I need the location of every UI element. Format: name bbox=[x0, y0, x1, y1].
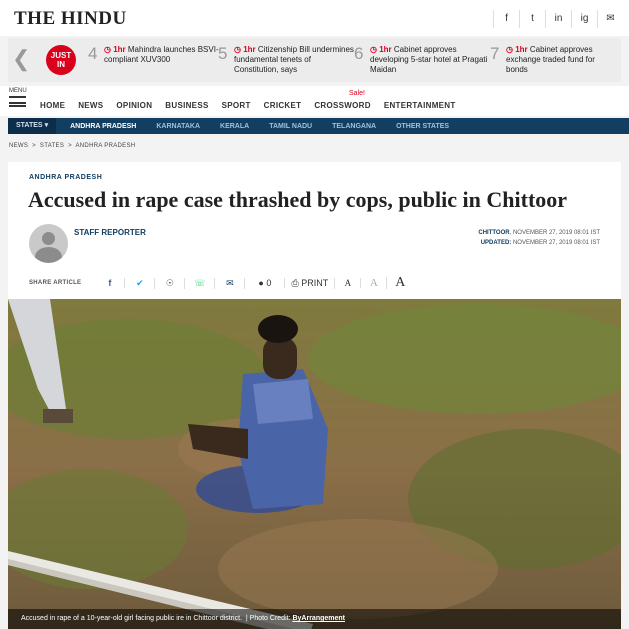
facebook-icon[interactable]: f bbox=[493, 10, 519, 28]
font-size-medium-button[interactable]: A bbox=[361, 277, 388, 289]
mail-icon[interactable]: ✉ bbox=[597, 10, 623, 28]
state-andhra-pradesh[interactable]: ANDHRA PRADESH bbox=[70, 123, 136, 130]
article-card: ANDHRA PRADESH Accused in rape case thra… bbox=[8, 162, 621, 629]
nav-item-home[interactable]: HOME bbox=[40, 101, 65, 110]
ticker-number: 6 bbox=[354, 44, 364, 63]
photo-illustration bbox=[8, 299, 621, 629]
updated-label: UPDATED: bbox=[480, 240, 512, 246]
nav-item-sport[interactable]: SPORT bbox=[222, 101, 251, 110]
state-kerala[interactable]: KERALA bbox=[220, 123, 249, 130]
share-label: SHARE ARTICLE bbox=[29, 280, 82, 286]
state-karnataka[interactable]: KARNATAKA bbox=[156, 123, 200, 130]
credit-label: | Photo Credit: bbox=[245, 615, 291, 622]
article-photo[interactable]: Accused in rape of a 10-year-old girl fa… bbox=[8, 299, 621, 629]
photo-caption: Accused in rape of a 10-year-old girl fa… bbox=[8, 609, 621, 629]
chevron-down-icon: ▾ bbox=[44, 122, 49, 129]
whatsapp-share-icon[interactable]: ☏ bbox=[185, 277, 216, 289]
nav-item-news[interactable]: NEWS bbox=[78, 101, 103, 110]
reddit-share-icon[interactable]: ☉ bbox=[155, 277, 186, 289]
state-tamil-nadu[interactable]: TAMIL NADU bbox=[269, 123, 312, 130]
comment-count: 0 bbox=[266, 278, 272, 288]
caption-text: Accused in rape of a 10-year-old girl fa… bbox=[21, 615, 242, 622]
breadcrumb-sep: > bbox=[32, 143, 36, 149]
ticker-number: 7 bbox=[490, 44, 500, 63]
comment-icon: ● bbox=[258, 278, 264, 288]
social-links: f t in ig ✉ bbox=[493, 10, 623, 28]
font-size-large-button[interactable]: A bbox=[387, 275, 413, 291]
clock-icon: ◷ bbox=[506, 45, 516, 54]
sale-badge: Sale! bbox=[349, 90, 365, 97]
nav-item-business[interactable]: BUSINESS bbox=[165, 101, 208, 110]
state-other[interactable]: OTHER STATES bbox=[396, 123, 449, 130]
nav-item-opinion[interactable]: OPINION bbox=[116, 101, 152, 110]
instagram-icon[interactable]: ig bbox=[571, 10, 597, 28]
dateline: CHITTOOR, NOVEMBER 27, 2019 08:01 IST UP… bbox=[478, 228, 600, 248]
breadcrumb-states[interactable]: STATES bbox=[40, 143, 64, 149]
states-dropdown-label: STATES bbox=[16, 122, 43, 129]
comments-button[interactable]: ● 0 bbox=[245, 278, 286, 288]
email-share-icon[interactable]: ✉ bbox=[215, 277, 246, 289]
clock-icon: ◷ bbox=[234, 45, 244, 54]
ticker-time: 1hr bbox=[379, 45, 392, 54]
nav-item-cricket[interactable]: CRICKET bbox=[264, 101, 302, 110]
state-telangana[interactable]: TELANGANA bbox=[332, 123, 376, 130]
ticker-time: 1hr bbox=[243, 45, 256, 54]
facebook-share-icon[interactable]: f bbox=[95, 278, 126, 288]
nav-item-entertainment[interactable]: ENTERTAINMENT bbox=[384, 101, 456, 110]
site-logo[interactable]: THE HINDU bbox=[14, 8, 127, 30]
breadcrumb-news[interactable]: NEWS bbox=[9, 143, 28, 149]
nav-item-crossword[interactable]: CROSSWORD bbox=[314, 101, 370, 110]
updated-date: NOVEMBER 27, 2019 08:01 IST bbox=[512, 240, 600, 246]
ticker-time: 1hr bbox=[515, 45, 528, 54]
states-bar: STATES ▾ ANDHRA PRADESH KARNATAKA KERALA … bbox=[8, 118, 629, 134]
page: THE HINDU f t in ig ✉ ❮ JUST IN 4 ◷ 1hr … bbox=[0, 0, 629, 629]
breadcrumb-sep: > bbox=[68, 143, 72, 149]
clock-icon: ◷ bbox=[104, 45, 114, 54]
author-name[interactable]: STAFF REPORTER bbox=[74, 228, 146, 237]
article-kicker[interactable]: ANDHRA PRADESH bbox=[29, 174, 102, 181]
photo-credit[interactable]: ByArrangement bbox=[292, 615, 345, 622]
ticker-number: 4 bbox=[88, 44, 98, 63]
linkedin-icon[interactable]: in bbox=[545, 10, 571, 28]
ticker-number: 5 bbox=[218, 44, 228, 63]
ticker-time: 1hr bbox=[113, 45, 126, 54]
states-dropdown[interactable]: STATES ▾ bbox=[8, 118, 57, 134]
twitter-share-icon[interactable]: ✔ bbox=[125, 277, 156, 289]
news-ticker: ❮ JUST IN 4 ◷ 1hr Mahindra launches BSVI… bbox=[8, 38, 621, 82]
share-bar: SHARE ARTICLE f ✔ ☉ ☏ ✉ ● 0 ⎙ PRINT A A … bbox=[29, 275, 413, 291]
masthead: THE HINDU f t in ig ✉ bbox=[0, 0, 629, 36]
dateline-location: CHITTOOR bbox=[478, 230, 510, 236]
article-headline: Accused in rape case thrashed by cops, p… bbox=[28, 187, 568, 212]
breadcrumb-andhra-pradesh[interactable]: ANDHRA PRADESH bbox=[76, 143, 136, 149]
menu-label: MENU bbox=[9, 88, 27, 94]
font-size-small-button[interactable]: A bbox=[335, 278, 362, 288]
chevron-left-icon[interactable]: ❮ bbox=[12, 48, 30, 70]
just-in-badge: JUST IN bbox=[46, 45, 76, 75]
print-button[interactable]: ⎙ PRINT bbox=[285, 277, 336, 289]
clock-icon: ◷ bbox=[370, 45, 380, 54]
breadcrumb: NEWS > STATES > ANDHRA PRADESH bbox=[9, 143, 135, 149]
author-avatar bbox=[29, 224, 68, 263]
print-label: PRINT bbox=[301, 277, 329, 288]
print-icon: ⎙ bbox=[291, 277, 299, 288]
main-nav: MENU Sale! HOME NEWS OPINION BUSINESS SP… bbox=[0, 86, 629, 116]
hamburger-icon[interactable] bbox=[9, 96, 26, 107]
published-date: , NOVEMBER 27, 2019 08:01 IST bbox=[509, 230, 600, 236]
twitter-icon[interactable]: t bbox=[519, 10, 545, 28]
